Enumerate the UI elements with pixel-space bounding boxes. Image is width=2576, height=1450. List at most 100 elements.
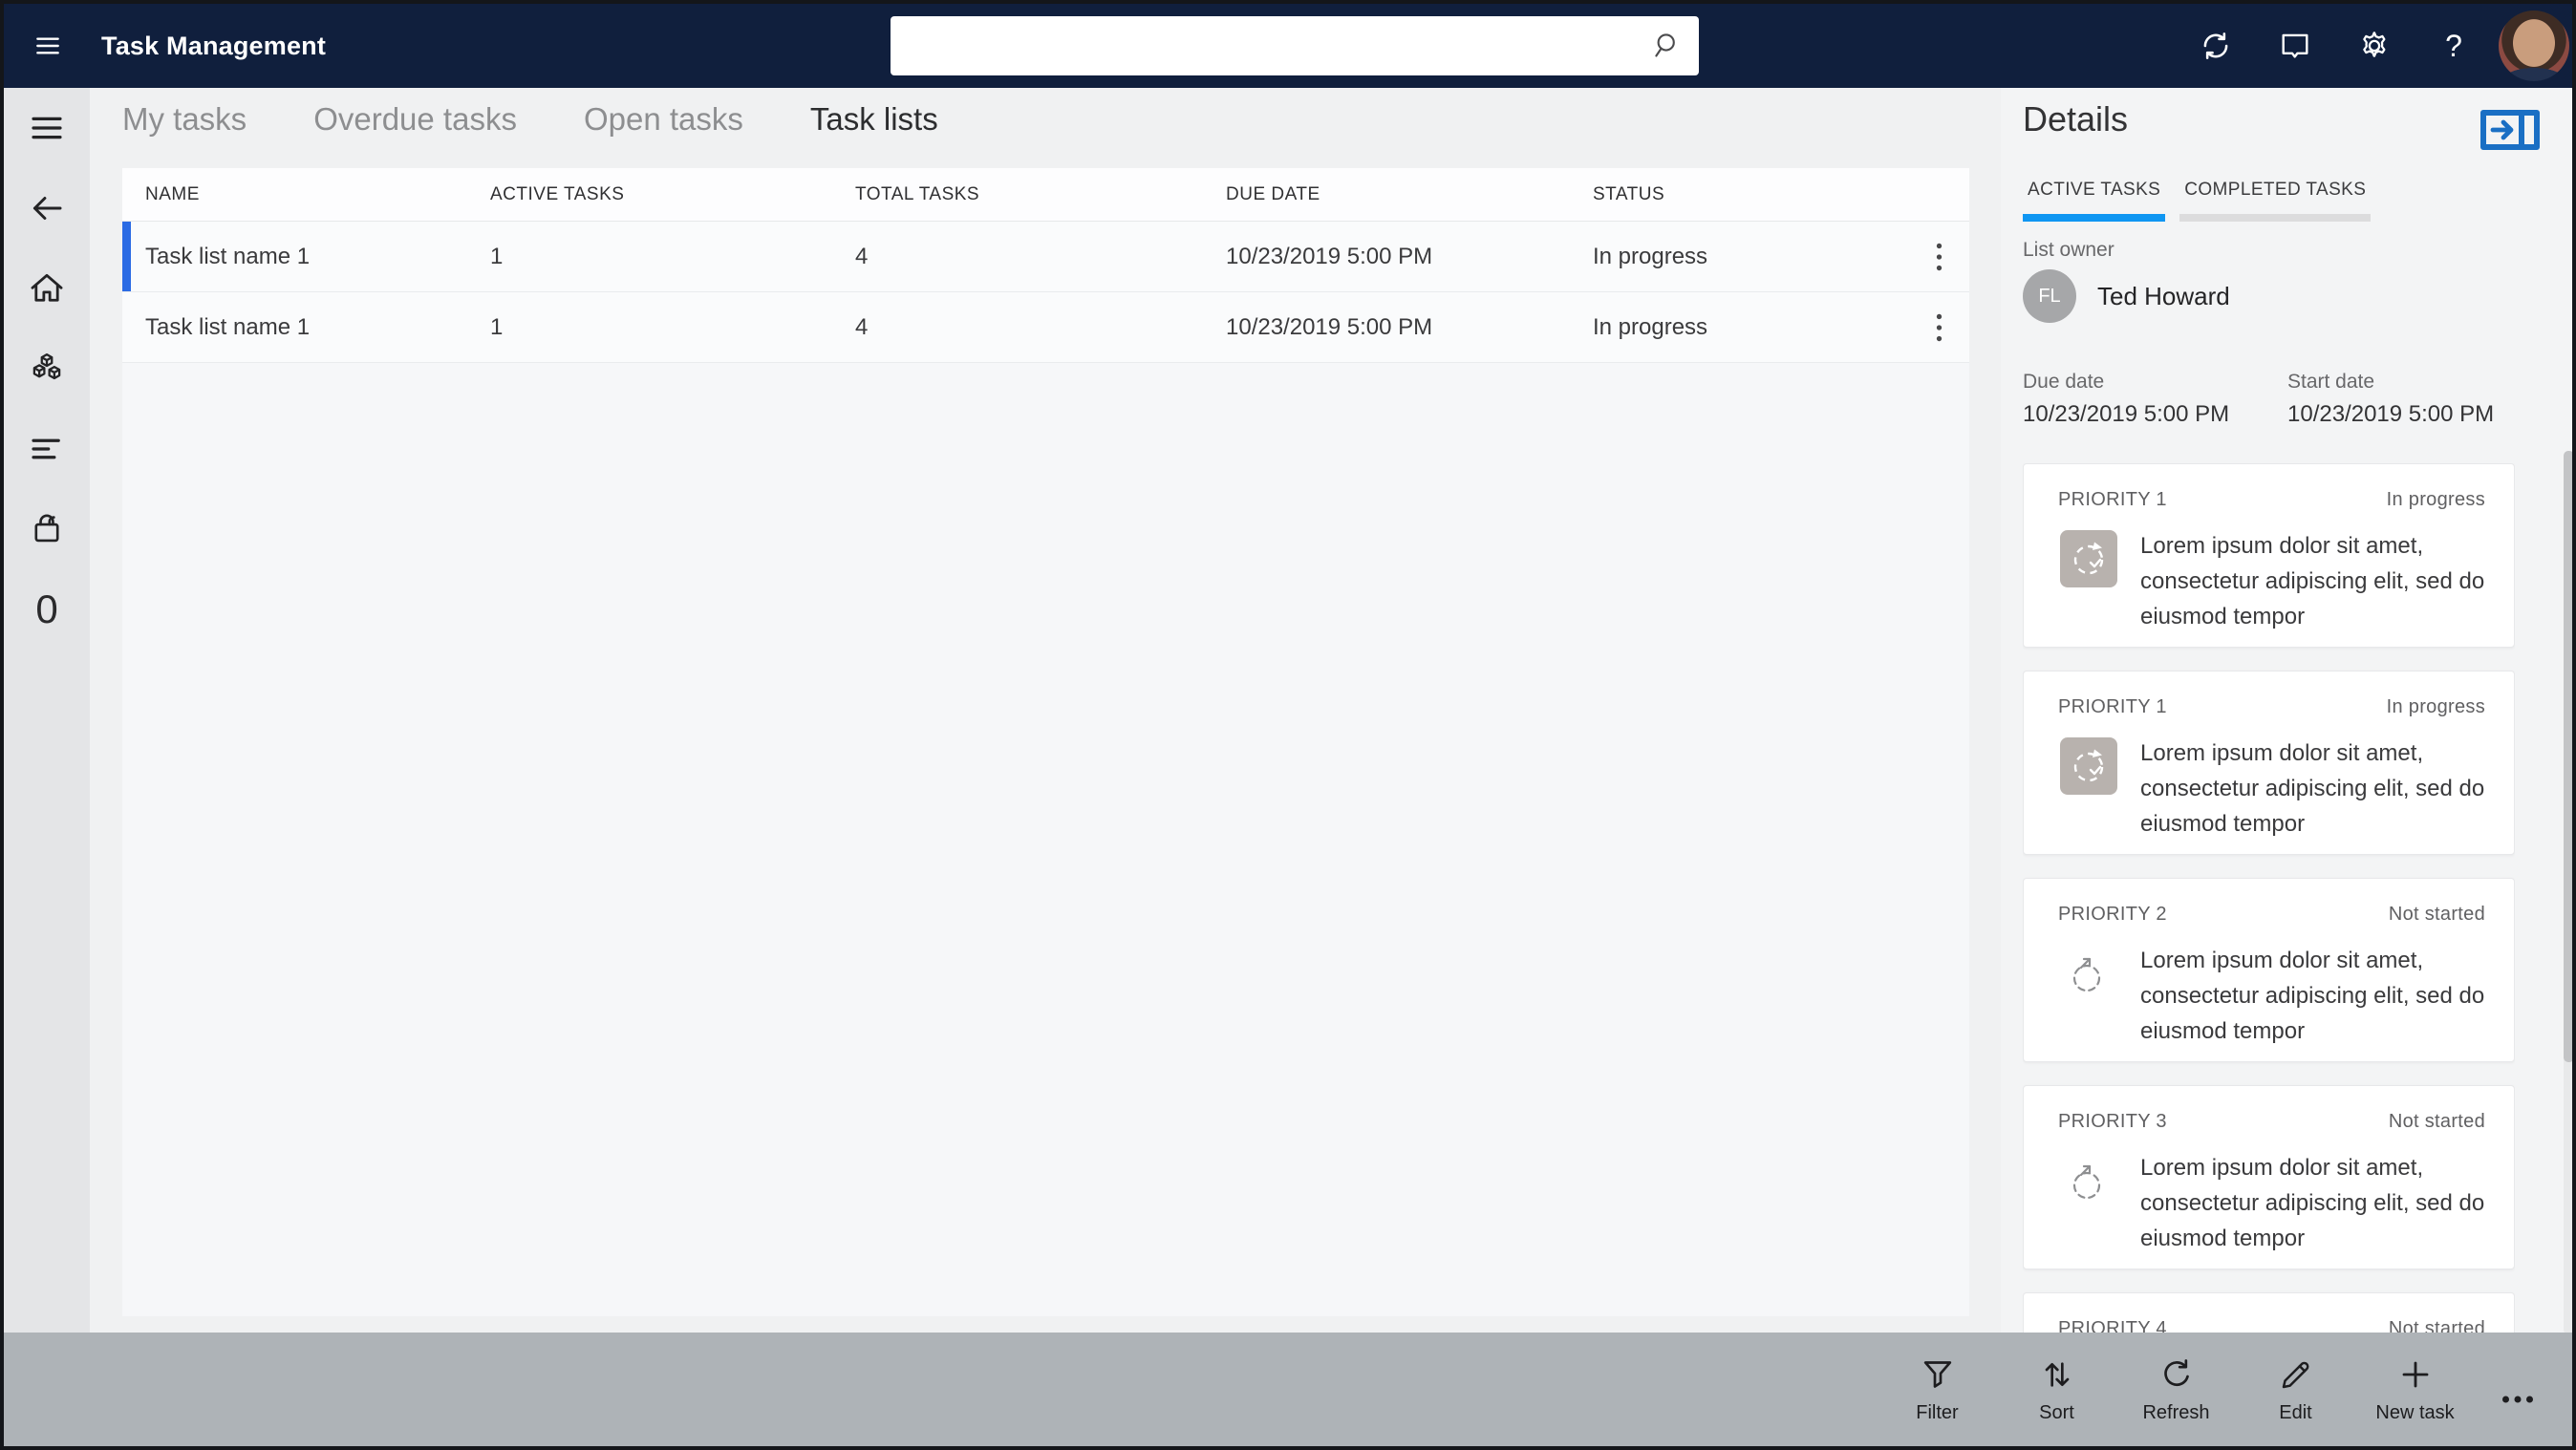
column-header-due-date[interactable]: DUE DATE xyxy=(1226,184,1593,205)
feedback-button[interactable] xyxy=(2272,24,2318,68)
due-date-label: Due date xyxy=(2023,371,2105,393)
column-header-total-tasks[interactable]: TOTAL TASKS xyxy=(855,184,1226,205)
rail-home-button[interactable] xyxy=(4,248,90,329)
home-icon xyxy=(27,268,67,309)
search-input[interactable] xyxy=(891,16,1699,75)
column-header-active-tasks[interactable]: ACTIVE TASKS xyxy=(490,184,855,205)
bag-icon xyxy=(27,509,67,549)
list-lines-icon xyxy=(27,429,67,469)
tab-open-tasks[interactable]: Open tasks xyxy=(584,101,743,138)
filter-icon xyxy=(1919,1355,1957,1394)
more-icon xyxy=(2499,1380,2537,1418)
cell-name: Task list name 1 xyxy=(145,243,311,269)
cell-name: Task list name 1 xyxy=(145,313,311,340)
card-status-label: In progress xyxy=(2386,696,2485,717)
details-pane: Details ACTIVE TASKS COMPLETED TASKS List… xyxy=(2001,88,2572,1336)
main-tabs: My tasks Overdue tasks Open tasks Task list… xyxy=(122,101,938,138)
search-box xyxy=(891,16,1699,75)
task-card[interactable]: PRIORITY 3 Not started Lorem ipsum dolor… xyxy=(2023,1085,2515,1269)
column-header-name[interactable]: NAME xyxy=(122,184,490,205)
list-owner-label: List owner xyxy=(2023,239,2114,261)
command-label: New task xyxy=(2375,1401,2455,1423)
card-priority-label: PRIORITY 3 xyxy=(2058,1111,2167,1132)
due-date-value: 10/23/2019 5:00 PM xyxy=(2023,401,2230,427)
rail-bag-button[interactable] xyxy=(4,489,90,569)
sort-icon xyxy=(2038,1355,2076,1394)
back-icon xyxy=(27,188,67,228)
tab-my-tasks[interactable]: My tasks xyxy=(122,101,247,138)
details-scrollbar[interactable] xyxy=(2564,451,2572,1334)
top-app-bar: Task Management ? xyxy=(4,4,2572,88)
refresh-button[interactable]: Refresh xyxy=(2116,1333,2236,1446)
modules-icon xyxy=(27,349,67,389)
owner-name: Ted Howard xyxy=(2097,281,2230,310)
rail-badge-item[interactable]: 0 xyxy=(4,569,90,650)
row-menu-button[interactable] xyxy=(1918,299,1960,356)
rail-back-button[interactable] xyxy=(4,168,90,248)
start-date-label: Start date xyxy=(2287,371,2375,393)
new-task-button[interactable]: New task xyxy=(2355,1333,2475,1446)
task-card[interactable]: PRIORITY 2 Not started Lorem ipsum dolor… xyxy=(2023,878,2515,1062)
cell-total-tasks: 4 xyxy=(855,243,869,269)
rail-modules-button[interactable] xyxy=(4,329,90,409)
command-label: Sort xyxy=(2039,1401,2074,1423)
tab-task-lists[interactable]: Task lists xyxy=(810,101,938,138)
settings-icon xyxy=(2357,29,2392,63)
task-list-table: NAME ACTIVE TASKS TOTAL TASKS DUE DATE STATU… xyxy=(122,168,1969,1316)
table-row[interactable]: Task list name 1 1 4 10/23/2019 5:00 PM … xyxy=(122,292,1969,363)
details-tab-active-tasks[interactable]: ACTIVE TASKS xyxy=(2023,180,2166,222)
table-body: Task list name 1 1 4 10/23/2019 5:00 PM … xyxy=(122,222,1969,363)
in-progress-icon xyxy=(2058,736,2119,797)
rail-menu-button[interactable] xyxy=(4,88,90,168)
ellipsis-vertical-icon xyxy=(1936,243,1943,271)
task-card[interactable]: PRIORITY 1 In progress Lorem ipsum dolor… xyxy=(2023,671,2515,855)
row-menu-button[interactable] xyxy=(1918,228,1960,286)
active-task-cards: PRIORITY 1 In progress Lorem ipsum dolor… xyxy=(2023,463,2515,1336)
details-tabs: ACTIVE TASKS COMPLETED TASKS xyxy=(2023,180,2372,222)
user-avatar[interactable] xyxy=(2499,11,2569,81)
feedback-icon xyxy=(2278,29,2312,63)
refresh-icon xyxy=(2157,1355,2196,1394)
search-icon[interactable] xyxy=(1649,30,1682,62)
settings-button[interactable] xyxy=(2351,24,2397,68)
sync-icon xyxy=(2199,29,2233,63)
scrollbar-thumb[interactable] xyxy=(2564,451,2572,1062)
hamburger-icon xyxy=(31,31,65,61)
tab-overdue-tasks[interactable]: Overdue tasks xyxy=(313,101,517,138)
table-row[interactable]: Task list name 1 1 4 10/23/2019 5:00 PM … xyxy=(122,222,1969,292)
edit-button[interactable]: Edit xyxy=(2236,1333,2355,1446)
card-priority-label: PRIORITY 1 xyxy=(2058,489,2167,510)
sort-button[interactable]: Sort xyxy=(1997,1333,2116,1446)
not-started-icon xyxy=(2058,1150,2119,1211)
sync-button[interactable] xyxy=(2193,24,2239,68)
help-button[interactable]: ? xyxy=(2431,24,2477,68)
table-header-row: NAME ACTIVE TASKS TOTAL TASKS DUE DATE STATU… xyxy=(122,168,1969,222)
card-status-label: In progress xyxy=(2386,489,2485,510)
task-card[interactable]: PRIORITY 4 Not started xyxy=(2023,1292,2515,1336)
app-window: Task Management ? 0 My tasks Overdue tas… xyxy=(0,0,2576,1450)
card-description: Lorem ipsum dolor sit amet, consectetur … xyxy=(2140,533,2485,629)
card-priority-label: PRIORITY 1 xyxy=(2058,696,2167,717)
new-task-icon xyxy=(2396,1355,2435,1394)
cell-status: In progress xyxy=(1593,243,1708,269)
hamburger-menu-button[interactable] xyxy=(25,24,71,68)
collapse-pane-button[interactable] xyxy=(2480,109,2540,151)
ellipsis-vertical-icon xyxy=(1936,313,1943,342)
list-owner: FL Ted Howard xyxy=(2023,269,2230,323)
collapse-pane-icon xyxy=(2480,110,2540,150)
card-description: Lorem ipsum dolor sit amet, consectetur … xyxy=(2140,1155,2485,1251)
cell-active-tasks: 1 xyxy=(490,243,504,269)
card-status-label: Not started xyxy=(2388,1111,2485,1132)
details-tab-completed-tasks[interactable]: COMPLETED TASKS xyxy=(2179,180,2372,222)
cell-total-tasks: 4 xyxy=(855,313,869,340)
cell-status: In progress xyxy=(1593,313,1708,340)
left-nav-rail: 0 xyxy=(4,88,90,1336)
not-started-icon xyxy=(2058,943,2119,1004)
column-header-status[interactable]: STATUS xyxy=(1593,184,1851,205)
rail-list-lines-button[interactable] xyxy=(4,409,90,489)
owner-avatar: FL xyxy=(2023,269,2076,323)
command-label: Edit xyxy=(2279,1401,2312,1423)
task-card[interactable]: PRIORITY 1 In progress Lorem ipsum dolor… xyxy=(2023,463,2515,648)
filter-button[interactable]: Filter xyxy=(1878,1333,1997,1446)
more-button[interactable] xyxy=(2475,1333,2561,1446)
